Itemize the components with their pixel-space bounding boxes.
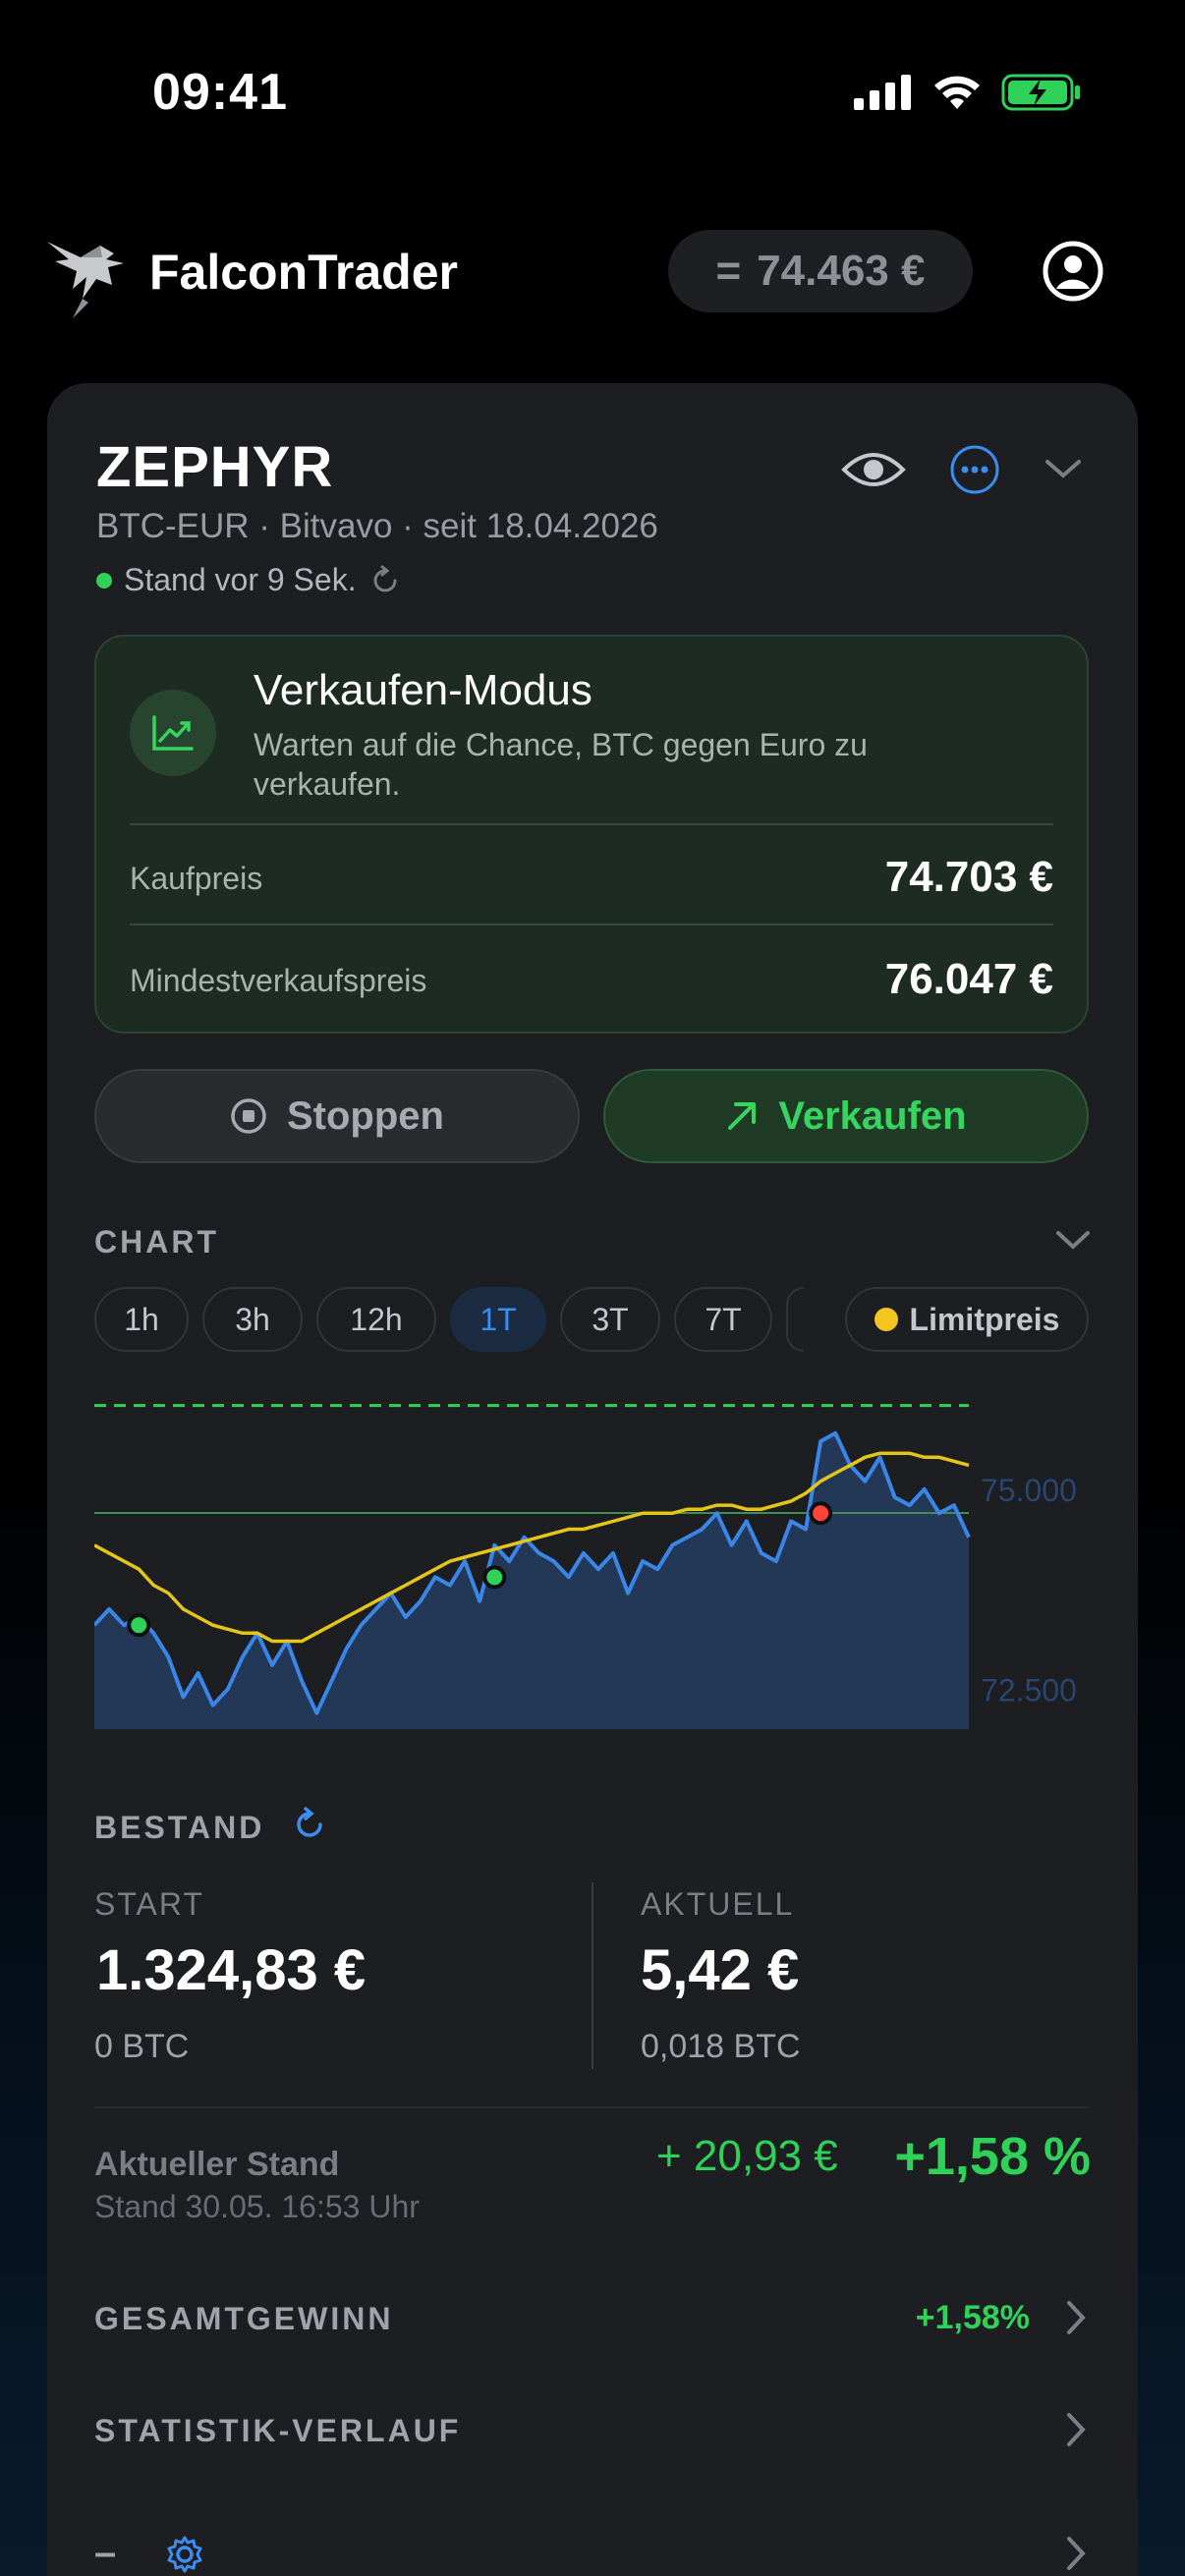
price-area [94,1432,969,1729]
sell-button[interactable]: Verkaufen [603,1069,1089,1163]
stop-button[interactable]: Stoppen [94,1069,580,1163]
total-profit-value: +1,58% [915,2299,1030,2336]
signal-icon [854,75,911,110]
current-state-label: Aktueller Stand [94,2146,340,2183]
gear-icon[interactable] [165,2535,204,2574]
strategy-meta: BTC-EUR · Bitvavo · seit 18.04.2026 [96,507,658,545]
chevron-right-icon[interactable] [1065,2299,1089,2336]
refresh-icon[interactable] [368,564,402,597]
mode-icon-circle [130,690,216,776]
limit-price-label: Limitpreis [909,1301,1060,1337]
limit-dot [874,1308,898,1331]
start-btc: 0 BTC [94,2028,190,2065]
buy-marker-0 [127,1613,151,1638]
price-chart[interactable]: 75.000 72.500 [94,1385,1138,1739]
live-dot [96,572,112,588]
settings-row-prefix: – [94,2531,120,2574]
chevron-right-icon[interactable] [1065,2535,1089,2572]
range-tab-3h[interactable]: 3h [202,1287,303,1352]
stop-button-label: Stoppen [287,1093,444,1138]
strategy-card: ZEPHYR BTC-EUR · Bitvavo · seit 18.04.20… [47,383,1138,2576]
start-label: START [94,1886,204,1922]
buy-price-value: 74.703 € [884,853,1053,901]
wifi-icon [934,76,980,109]
eye-icon[interactable] [841,448,906,491]
mode-box: Verkaufen-Modus Warten auf die Chance, B… [94,635,1089,1034]
current-label: AKTUELL [641,1886,795,1922]
balance-value: 74.463 € [757,247,926,295]
strategy-status: Stand vor 9 Sek. [96,562,402,598]
current-btc: 0,018 BTC [641,2028,801,2065]
chevron-down-icon[interactable] [1055,1230,1091,1252]
more-options-icon[interactable] [949,444,1000,495]
battery-icon [1001,74,1080,111]
min-sell-price-label: Mindestverkaufspreis [130,963,427,998]
current-state-pct: +1,58 % [894,2127,1091,2186]
holdings-label: BESTAND [94,1810,265,1845]
sell-button-label: Verkaufen [778,1093,967,1138]
current-value: 5,42 € [641,1938,800,2002]
time-range-tabs: 1h 3h 12h 1T 3T 7T [94,1287,804,1352]
trend-up-icon [152,715,194,751]
current-state-abs: + 20,93 € [656,2132,838,2180]
chevron-right-icon[interactable] [1065,2411,1089,2448]
y-tick-label-1: 72.500 [981,1672,1077,1708]
range-tab-12h[interactable]: 12h [316,1287,436,1352]
status-text: Stand vor 9 Sek. [124,562,357,597]
y-tick-label-0: 75.000 [981,1473,1077,1508]
range-tab-1h[interactable]: 1h [94,1287,189,1352]
chevron-down-icon[interactable] [1044,458,1083,481]
limit-price-toggle[interactable]: Limitpreis [845,1287,1089,1352]
range-tab-overflow[interactable] [786,1287,804,1352]
falcon-logo-icon [47,242,124,318]
strategy-name: ZEPHYR [96,435,334,499]
mode-description: Warten auf die Chance, BTC gegen Euro zu… [254,727,868,802]
min-sell-price-value: 76.047 € [884,955,1053,1003]
mode-title: Verkaufen-Modus [254,666,592,714]
buy-marker-1 [482,1565,507,1590]
profile-icon[interactable] [1042,240,1104,303]
card-actions [841,444,1083,495]
refresh-icon[interactable] [291,1806,328,1843]
app-header: FalconTrader = 74.463 € [0,216,1185,334]
divider [592,1882,593,2069]
buy-price-label: Kaufpreis [130,861,263,896]
chart-section-label: CHART [94,1224,219,1260]
sell-marker-2 [809,1501,833,1526]
range-tab-3t[interactable]: 3T [560,1287,660,1352]
arrow-up-right-icon [728,1102,757,1130]
range-tab-1t[interactable]: 1T [450,1287,546,1352]
stats-history-row[interactable]: STATISTIK-VERLAUF [94,2413,461,2449]
stop-icon [231,1098,266,1134]
app-title: FalconTrader [149,245,458,300]
balance-prefix: = [715,247,742,295]
start-value: 1.324,83 € [96,1938,367,2002]
divider [130,924,1053,925]
range-tab-7t[interactable]: 7T [674,1287,772,1352]
current-state-time: Stand 30.05. 16:53 Uhr [94,2189,420,2224]
divider [130,823,1053,825]
status-icons [854,73,1082,112]
status-bar: 09:41 [0,0,1185,187]
status-time: 09:41 [152,64,288,121]
balance-pill[interactable]: = 74.463 € [668,230,973,312]
total-profit-row[interactable]: GESAMTGEWINN [94,2301,393,2337]
divider [94,2106,1089,2108]
